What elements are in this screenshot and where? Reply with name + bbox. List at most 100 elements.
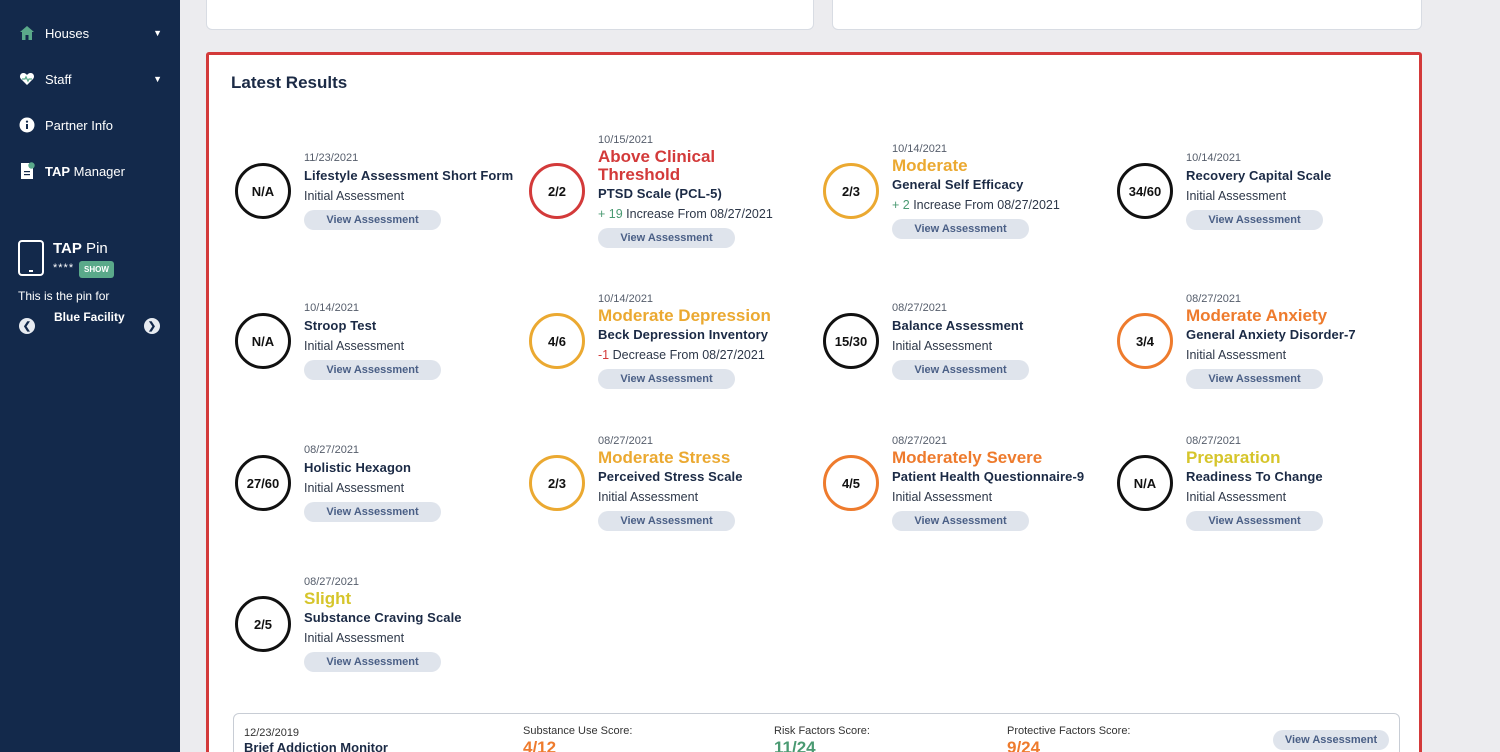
score-ring: 2/3 xyxy=(823,163,879,219)
view-assessment-button[interactable]: View Assessment xyxy=(304,360,441,380)
assessment-name: General Self Efficacy xyxy=(892,177,1024,192)
severity-label: Moderately Severe xyxy=(892,448,1043,467)
assessment-name: Substance Craving Scale xyxy=(304,610,462,625)
view-assessment-button[interactable]: View Assessment xyxy=(598,511,735,531)
score-change-value: -1 xyxy=(598,348,610,362)
chevron-right-icon[interactable]: ❯ xyxy=(144,318,160,334)
result-text: 08/27/2021 Slight Substance Craving Scale I… xyxy=(304,575,529,672)
result-item: N/A 08/27/2021 Preparation Readiness To Cha… xyxy=(1117,425,1411,565)
assessment-type: Initial Assessment xyxy=(598,490,699,504)
assessment-name: PTSD Scale (PCL-5) xyxy=(598,186,722,201)
result-date: 08/27/2021 xyxy=(1186,435,1242,447)
view-assessment-button[interactable]: View Assessment xyxy=(892,219,1029,239)
view-assessment-button[interactable]: View Assessment xyxy=(598,228,735,248)
view-assessment-button[interactable]: View Assessment xyxy=(892,360,1029,380)
bam-name: Brief Addiction Monitor xyxy=(244,740,388,752)
severity-label: Preparation xyxy=(1186,448,1281,467)
score-ring: 2/5 xyxy=(235,596,291,652)
result-item: 4/5 08/27/2021 Moderately Severe Patient He… xyxy=(823,425,1117,565)
score-ring: 34/60 xyxy=(1117,163,1173,219)
result-item: N/A 10/14/2021 Stroop Test Initial Assessme… xyxy=(235,283,529,423)
severity-label: Moderate Anxiety xyxy=(1186,306,1328,325)
tablet-icon xyxy=(18,240,44,276)
view-assessment-button[interactable]: View Assessment xyxy=(304,502,441,522)
score-ring: 2/3 xyxy=(529,455,585,511)
risk-factors-value: 11/24 xyxy=(774,738,816,752)
assessment-type: Initial Assessment xyxy=(1186,189,1287,203)
assessment-type: Initial Assessment xyxy=(304,481,405,495)
tap-pin-title: TAP Pin xyxy=(53,240,108,257)
result-item: N/A 11/23/2021 Lifestyle Assessment Short … xyxy=(235,133,529,273)
assessment-type: Initial Assessment xyxy=(892,339,993,353)
view-assessment-button[interactable]: View Assessment xyxy=(1186,210,1323,230)
substance-use-label: Substance Use Score: xyxy=(523,725,633,737)
view-assessment-button[interactable]: View Assessment xyxy=(598,369,735,389)
view-assessment-button[interactable]: View Assessment xyxy=(304,652,441,672)
assessment-type: Initial Assessment xyxy=(1186,348,1287,362)
heart-icon xyxy=(18,70,36,88)
result-text: 08/27/2021 Balance Assessment Initial Asse… xyxy=(892,301,1117,380)
assessment-name: Stroop Test xyxy=(304,318,377,333)
result-text: 10/14/2021 Recovery Capital Scale Initial … xyxy=(1186,151,1411,230)
score-ring: 27/60 xyxy=(235,455,291,511)
view-assessment-button[interactable]: View Assessment xyxy=(304,210,441,230)
risk-factors-label: Risk Factors Score: xyxy=(774,725,870,737)
assessment-name: Patient Health Questionnaire-9 xyxy=(892,469,1085,484)
nav-staff-label: Staff xyxy=(45,71,72,87)
view-assessment-button[interactable]: View Assessment xyxy=(892,511,1029,531)
view-assessment-button[interactable]: View Assessment xyxy=(1186,369,1323,389)
result-item: 2/3 10/14/2021 Moderate General Self Effica… xyxy=(823,133,1117,273)
score-ring: 4/5 xyxy=(823,455,879,511)
nav-partner-info-label: Partner Info xyxy=(45,117,113,133)
result-item: 3/4 08/27/2021 Moderate Anxiety General Anx… xyxy=(1117,283,1411,423)
score-ring: N/A xyxy=(1117,455,1173,511)
pin-masked: **** xyxy=(53,262,75,274)
score-change-value: + 19 xyxy=(598,207,623,221)
bam-date: 12/23/2019 xyxy=(244,727,300,739)
assessment-name: Balance Assessment xyxy=(892,318,1024,333)
nav-tap-manager-label: TAP Manager xyxy=(45,163,125,179)
result-date: 10/14/2021 xyxy=(304,302,360,314)
nav-partner-info[interactable]: Partner Info xyxy=(0,110,180,140)
result-item: 15/30 08/27/2021 Balance Assessment Initial… xyxy=(823,283,1117,423)
score-ring: N/A xyxy=(235,313,291,369)
assessment-type: Initial Assessment xyxy=(304,631,405,645)
nav-tap-manager[interactable]: TAP Manager xyxy=(0,156,180,186)
assessment-name: General Anxiety Disorder-7 xyxy=(1186,327,1356,342)
info-icon xyxy=(18,116,36,134)
nav-staff[interactable]: Staff ▼ xyxy=(0,64,180,94)
facility-name: Blue Facility xyxy=(54,310,125,324)
severity-label: Moderate Stress xyxy=(598,448,731,467)
view-assessment-button[interactable]: View Assessment xyxy=(1273,730,1389,750)
result-date: 10/14/2021 xyxy=(892,143,948,155)
document-gear-icon xyxy=(18,162,36,180)
show-pin-button[interactable]: SHOW xyxy=(79,261,114,278)
chevron-left-icon[interactable]: ❮ xyxy=(19,318,35,334)
result-date: 10/14/2021 xyxy=(598,293,654,305)
brief-addiction-monitor-row: 12/23/2019 Brief Addiction Monitor Subst… xyxy=(233,713,1400,752)
protective-factors-value: 9/24 xyxy=(1007,738,1041,752)
nav-houses[interactable]: Houses ▼ xyxy=(0,18,180,48)
assessment-name: Readiness To Change xyxy=(1186,469,1323,484)
result-date: 11/23/2021 xyxy=(304,152,359,164)
assessment-type: Initial Assessment xyxy=(304,189,405,203)
assessment-name: Holistic Hexagon xyxy=(304,460,412,475)
score-ring: 2/2 xyxy=(529,163,585,219)
pin-for-text: This is the pin for xyxy=(18,289,110,303)
top-card-left xyxy=(206,0,814,30)
result-date: 08/27/2021 xyxy=(304,444,360,456)
severity-label: Moderate Depression xyxy=(598,306,771,325)
result-item: 4/6 10/14/2021 Moderate Depression Beck Dep… xyxy=(529,283,823,423)
chevron-down-icon[interactable]: ▼ xyxy=(153,28,162,38)
view-assessment-button[interactable]: View Assessment xyxy=(1186,511,1323,531)
result-date: 08/27/2021 xyxy=(1186,293,1242,305)
result-text: 08/27/2021 Moderately Severe Patient Healt… xyxy=(892,434,1117,531)
sidebar: Houses ▼ Staff ▼ Partner Info TAP Manage… xyxy=(0,0,180,752)
score-change: + 2 Increase From 08/27/2021 xyxy=(892,195,1117,215)
latest-results-panel: Latest Results N/A 11/23/2021 Lifestyle As… xyxy=(206,52,1422,752)
result-text: 10/14/2021 Moderate General Self Efficacy +… xyxy=(892,142,1117,239)
chevron-down-icon[interactable]: ▼ xyxy=(153,74,162,84)
score-ring: 4/6 xyxy=(529,313,585,369)
result-item: 2/3 08/27/2021 Moderate Stress Perceived St… xyxy=(529,425,823,565)
score-change: + 19 Increase From 08/27/2021 xyxy=(598,204,823,224)
